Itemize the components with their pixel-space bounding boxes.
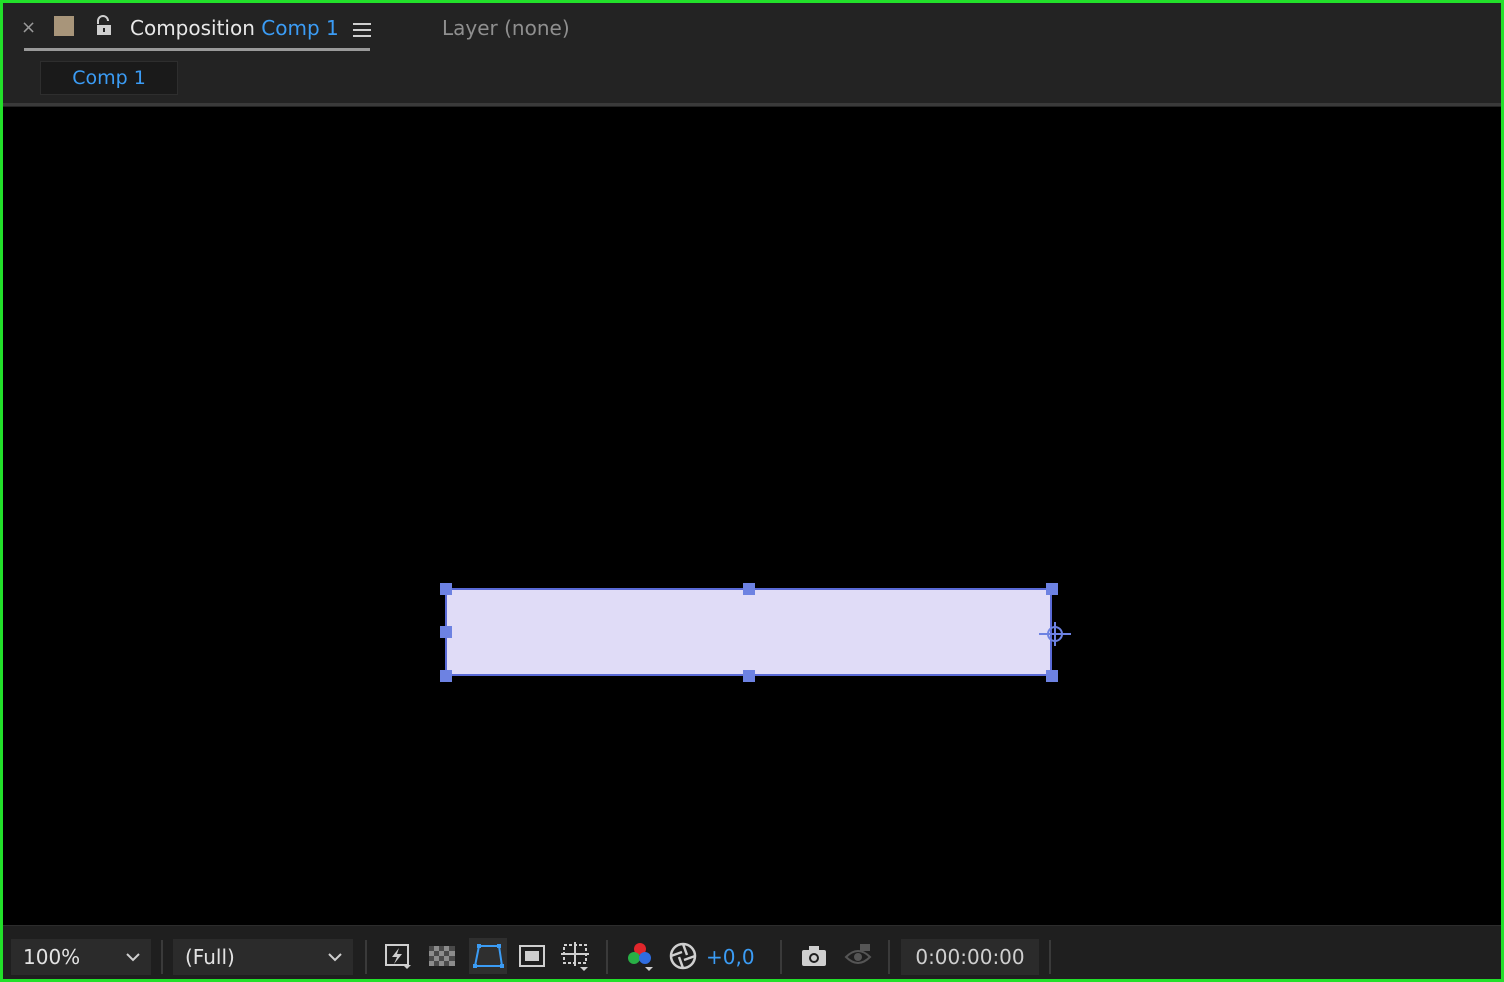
fast-preview-icon[interactable]	[383, 941, 413, 971]
breadcrumb-comp[interactable]: Comp 1	[40, 61, 178, 95]
mask-visibility-icon[interactable]	[469, 938, 507, 974]
magnification-value: 100%	[23, 945, 81, 969]
anchor-point-icon[interactable]	[1037, 619, 1073, 653]
tab-composition-label: Composition	[130, 16, 255, 40]
chevron-down-icon	[327, 939, 343, 979]
label-color-swatch[interactable]	[54, 16, 74, 36]
close-icon[interactable]: ×	[21, 19, 36, 37]
handle-bottom-middle[interactable]	[743, 670, 755, 682]
handle-top-right[interactable]	[1046, 583, 1058, 595]
composition-panel: × Composition Comp 1 Layer (none) Comp 1	[0, 0, 1504, 982]
magnification-dropdown[interactable]: 100%	[11, 939, 151, 975]
divider	[3, 103, 1501, 106]
toolbar-separator	[161, 940, 163, 974]
handle-bottom-left[interactable]	[440, 670, 452, 682]
show-snapshot-icon[interactable]	[843, 941, 873, 971]
handle-top-middle[interactable]	[743, 583, 755, 595]
chevron-down-icon	[125, 939, 141, 979]
resolution-value: (Full)	[185, 945, 235, 969]
reset-exposure-icon[interactable]	[668, 941, 698, 971]
panel-tab-bar: × Composition Comp 1 Layer (none)	[3, 3, 1501, 57]
lock-icon[interactable]	[94, 15, 114, 41]
viewer-toolbar: 100% (Full) +0,0 0:00:00:00	[3, 925, 1501, 979]
panel-menu-icon[interactable]	[353, 22, 371, 42]
toolbar-separator	[1049, 940, 1051, 974]
tab-composition-name: Comp 1	[261, 16, 339, 40]
region-of-interest-icon[interactable]	[517, 941, 547, 971]
snapshot-camera-icon[interactable]	[799, 941, 829, 971]
color-channels-icon[interactable]	[623, 941, 653, 971]
breadcrumb: Comp 1	[3, 57, 1501, 105]
composition-viewer[interactable]	[3, 107, 1501, 925]
handle-bottom-right[interactable]	[1046, 670, 1058, 682]
tab-layer[interactable]: Layer (none)	[442, 16, 570, 40]
tab-composition[interactable]: Composition Comp 1	[130, 16, 339, 40]
toolbar-separator	[780, 940, 782, 974]
shape-layer[interactable]	[445, 588, 1052, 676]
toolbar-separator	[365, 940, 367, 974]
toolbar-separator	[888, 940, 890, 974]
exposure-value[interactable]: +0,0	[706, 945, 755, 969]
handle-top-left[interactable]	[440, 583, 452, 595]
transparency-grid-icon[interactable]	[427, 941, 457, 971]
active-tab-indicator	[24, 48, 370, 51]
grid-guides-icon[interactable]	[560, 941, 590, 971]
current-time-field[interactable]: 0:00:00:00	[901, 939, 1039, 975]
handle-middle-left[interactable]	[440, 626, 452, 638]
resolution-dropdown[interactable]: (Full)	[173, 939, 353, 975]
toolbar-separator	[606, 940, 608, 974]
